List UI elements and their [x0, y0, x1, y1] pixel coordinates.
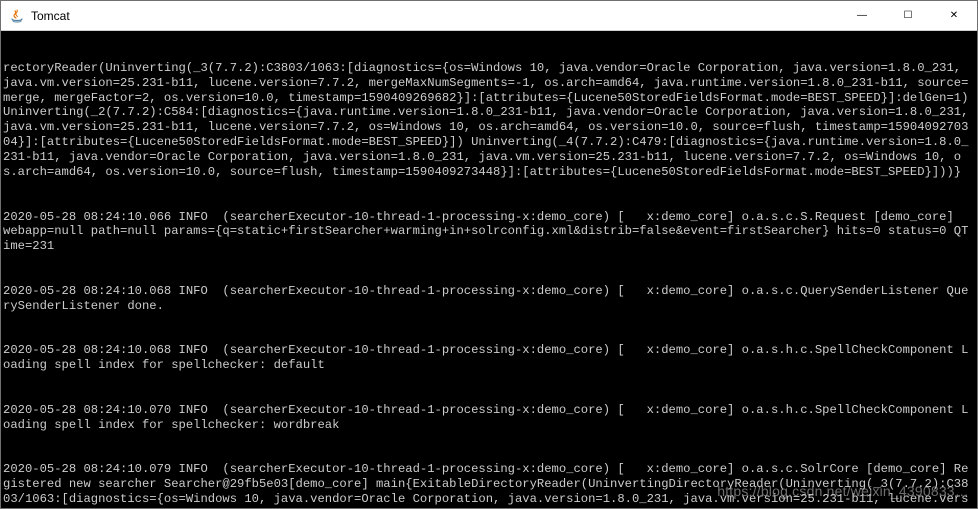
java-icon: [9, 8, 25, 24]
maximize-button[interactable]: ☐: [885, 1, 931, 30]
window-frame: Tomcat — ☐ ✕ rectoryReader(Uninverting(_…: [0, 0, 978, 509]
watermark-text: https://blog.csdn.net/weixin_4390833…: [717, 483, 969, 500]
log-line: 2020-05-28 08:24:10.066 INFO (searcherEx…: [3, 210, 975, 255]
log-line: 2020-05-28 08:24:10.068 INFO (searcherEx…: [3, 343, 975, 373]
console-output[interactable]: rectoryReader(Uninverting(_3(7.7.2):C380…: [1, 31, 977, 508]
minimize-button[interactable]: —: [839, 1, 885, 30]
close-button[interactable]: ✕: [931, 1, 977, 30]
titlebar-left: Tomcat: [1, 8, 70, 24]
log-line: 2020-05-28 08:24:10.070 INFO (searcherEx…: [3, 403, 975, 433]
log-line: rectoryReader(Uninverting(_3(7.7.2):C380…: [3, 61, 975, 180]
window-controls: — ☐ ✕: [839, 1, 977, 30]
log-line: 2020-05-28 08:24:10.068 INFO (searcherEx…: [3, 284, 975, 314]
window-title: Tomcat: [31, 9, 70, 23]
titlebar[interactable]: Tomcat — ☐ ✕: [1, 1, 977, 31]
